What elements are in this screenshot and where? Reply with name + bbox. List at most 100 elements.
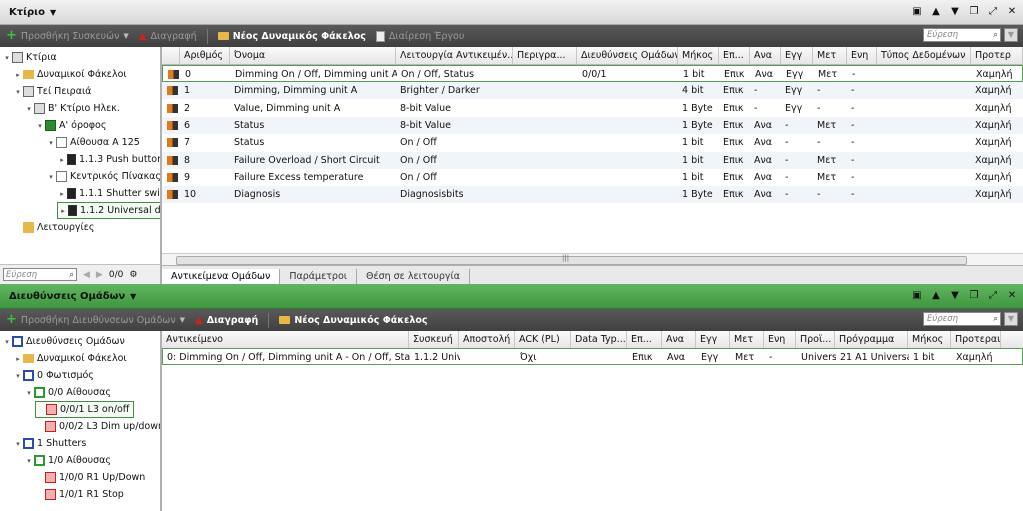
tree-item[interactable]: ▾ Α' όροφος	[35, 117, 106, 134]
maximize-icon[interactable]: ⤢	[988, 290, 998, 301]
expanded-arrow-icon[interactable]: ▾	[24, 105, 34, 113]
tree-item[interactable]: ▾ Αίθουσα Α 125	[46, 134, 140, 151]
tree-item[interactable]: ▸ 1.1.3 Push button 2-f UP...	[57, 151, 160, 168]
column-header[interactable]: Πρόγραμμα	[835, 331, 908, 348]
column-header[interactable]: Εγγ	[781, 47, 813, 64]
table-row[interactable]: 0: Dimming On / Off, Dimming unit A - On…	[162, 348, 1023, 365]
column-header[interactable]: Μήκος	[908, 331, 951, 348]
table-row[interactable]: 0 Dimming On / Off, Dimming unit A On / Of…	[162, 65, 1023, 82]
filter-icon[interactable]: ▼	[1004, 28, 1018, 42]
collapsed-arrow-icon[interactable]: ▸	[58, 207, 68, 215]
tree-item[interactable]: ▾ Διευθύνσεις Ομάδων	[2, 333, 125, 350]
maximize-icon[interactable]: ⤢	[988, 6, 998, 17]
search-icon[interactable]: ⌕	[69, 270, 74, 280]
expanded-arrow-icon[interactable]: ▾	[46, 173, 56, 181]
column-header[interactable]: Προϊ...	[796, 331, 835, 348]
expanded-arrow-icon[interactable]: ▾	[24, 457, 34, 465]
column-header[interactable]: Εγγ	[696, 331, 730, 348]
tree-item[interactable]: 1/0/0 R1 Up/Down	[35, 469, 145, 486]
tab-1[interactable]: Παράμετροι	[280, 269, 357, 284]
collapsed-arrow-icon[interactable]: ▸	[57, 156, 67, 164]
expanded-arrow-icon[interactable]: ▾	[35, 122, 45, 130]
table-row[interactable]: 10 Diagnosis Diagnosisbits 1 Byte Επικ Ανα - - -…	[162, 186, 1023, 204]
expanded-arrow-icon[interactable]: ▾	[13, 440, 23, 448]
tree-item[interactable]: ▾ Τεί Πειραιά	[13, 83, 91, 100]
column-header[interactable]: Συσκευή	[409, 331, 459, 348]
tree-item[interactable]: ▸ Δυναμικοί Φάκελοι	[13, 350, 126, 367]
collapsed-arrow-icon[interactable]: ▸	[13, 355, 23, 363]
tab-2[interactable]: Θέση σε λειτουργία	[357, 269, 470, 284]
restore-icon[interactable]: ❐	[969, 290, 979, 301]
tree-item[interactable]: ▸ 1.1.2 Universal dimmer...	[57, 202, 160, 219]
search-input[interactable]: Εύρεση ⌕	[923, 28, 1001, 42]
tree-item[interactable]: ▸ 1.1.1 Shutter switch N 521	[57, 185, 160, 202]
table-row[interactable]: 2 Value, Dimming unit A 8-bit Value 1 Byte Ε…	[162, 100, 1023, 117]
tree-item[interactable]: ▾ 0 Φωτισμός	[13, 367, 94, 384]
column-header[interactable]: Μετ	[730, 331, 764, 348]
column-header[interactable]	[162, 47, 180, 64]
table-row[interactable]: 9 Failure Excess temperature On / Off 1 bit…	[162, 169, 1023, 186]
tree-item[interactable]: ▾ 1 Shutters	[13, 435, 86, 452]
column-header[interactable]: Data Typ...	[571, 331, 627, 348]
expanded-arrow-icon[interactable]: ▾	[2, 54, 12, 62]
collapsed-arrow-icon[interactable]: ▸	[57, 190, 67, 198]
column-header[interactable]: Αποστολή	[459, 331, 515, 348]
tree-item[interactable]: 1/0/1 R1 Stop	[35, 486, 124, 503]
new-dynamic-folder-button[interactable]: Νέος Δυναμικός Φάκελος	[279, 315, 428, 326]
expanded-arrow-icon[interactable]: ▾	[2, 338, 12, 346]
search-icon[interactable]: ⌕	[993, 314, 998, 324]
table-row[interactable]: 6 Status 8-bit Value 1 Byte Επικ Ανα - Μετ - Χαμη…	[162, 116, 1023, 134]
table-row[interactable]: 7 Status On / Off 1 bit Επικ Ανα - - - Χαμηλή	[162, 134, 1023, 151]
tree-item[interactable]: ▾ 0/0 Αίθουσας	[24, 384, 111, 401]
column-header[interactable]: Λειτουργία Αντικειμέν...	[396, 47, 513, 64]
tree-item[interactable]: ▾ Κτίρια	[2, 49, 57, 66]
add-group-addresses-button[interactable]: + Προσθήκη Διευθύνσεων Ομάδων ▼	[6, 313, 185, 326]
settings-icon[interactable]: ⚙	[129, 270, 137, 280]
tree-item[interactable]: 0/0/1 L3 on/off	[35, 401, 135, 418]
tree-item[interactable]: 0/0/2 L3 Dim up/down	[35, 418, 160, 435]
column-header[interactable]: Διευθύνσεις Ομάδων	[577, 47, 678, 64]
delete-button[interactable]: ▲ Διαγραφή	[139, 31, 197, 42]
arrow-up-icon[interactable]: ▲	[931, 6, 941, 17]
search-icon[interactable]: ⌕	[993, 30, 998, 40]
column-header[interactable]: Επ...	[627, 331, 662, 348]
add-devices-button[interactable]: + Προσθήκη Συσκευών ▼	[6, 29, 129, 42]
delete-button[interactable]: ▲ Διαγραφή	[195, 315, 258, 326]
next-icon[interactable]: ▶	[96, 270, 103, 280]
tab-0[interactable]: Αντικείμενα Ομάδων	[162, 269, 281, 284]
column-header[interactable]: Ενη	[847, 47, 877, 64]
column-header[interactable]: Μετ	[813, 47, 847, 64]
tree-item[interactable]: ▾ Β' Κτίριο Ηλεκ.	[24, 100, 120, 117]
tree-item[interactable]: ▾ Κεντρικός Πίνακας	[46, 168, 160, 185]
panel-menu-icon[interactable]: ▼	[50, 8, 56, 17]
tree-item[interactable]: ▸ Δυναμικοί Φάκελοι	[13, 66, 126, 83]
arrow-down-icon[interactable]: ▼	[950, 6, 960, 17]
window-list-icon[interactable]: ▣	[912, 6, 922, 17]
prev-icon[interactable]: ◀	[83, 270, 90, 280]
column-header[interactable]: Μήκος	[678, 47, 719, 64]
column-header[interactable]: Ενη	[764, 331, 796, 348]
expanded-arrow-icon[interactable]: ▾	[13, 372, 23, 380]
column-header[interactable]: Προτερ	[971, 47, 1023, 64]
column-header[interactable]: Ανα	[750, 47, 781, 64]
table-row[interactable]: 8 Failure Overload / Short Circuit On / Of…	[162, 151, 1023, 169]
split-project-button[interactable]: Διαίρεση Έργου	[375, 30, 464, 42]
new-dynamic-folder-button[interactable]: Νέος Δυναμικός Φάκελος	[217, 31, 366, 42]
column-header[interactable]: Επ...	[719, 47, 750, 64]
close-icon[interactable]: ✕	[1007, 290, 1017, 301]
chevron-down-icon[interactable]: ▼	[123, 32, 128, 40]
filter-icon[interactable]: ▼	[1004, 312, 1018, 326]
column-header[interactable]: Τύπος Δεδομένων	[877, 47, 971, 64]
search-input[interactable]: Εύρεση ⌕	[923, 312, 1001, 326]
close-icon[interactable]: ✕	[1007, 6, 1017, 17]
table-row[interactable]: 1 Dimming, Dimming unit A Brighter / Darke…	[162, 82, 1023, 100]
chevron-down-icon[interactable]: ▼	[180, 316, 185, 324]
arrow-down-icon[interactable]: ▼	[950, 290, 960, 301]
column-header[interactable]: Ανα	[662, 331, 696, 348]
column-header[interactable]: Αριθμός	[180, 47, 230, 64]
column-header[interactable]: Προτεραι	[951, 331, 1001, 348]
arrow-up-icon[interactable]: ▲	[931, 290, 941, 301]
tree-search-input[interactable]: Εύρεση ⌕	[3, 268, 77, 281]
window-list-icon[interactable]: ▣	[912, 290, 922, 301]
column-header[interactable]: Αντικείμενο	[162, 331, 409, 348]
